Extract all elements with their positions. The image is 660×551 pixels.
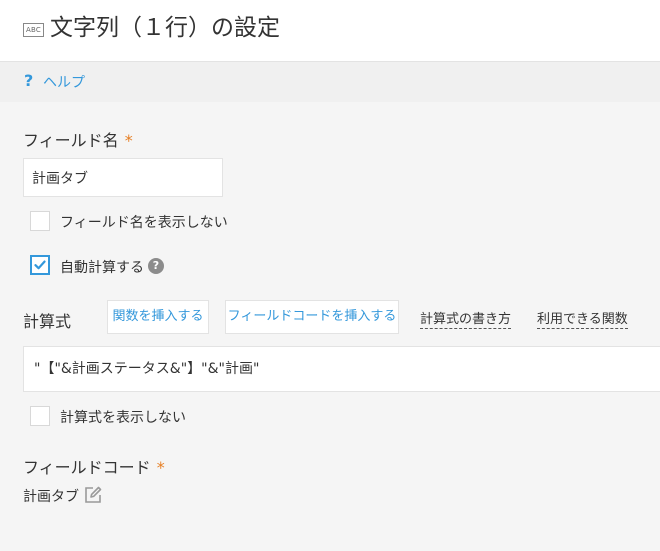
field-code-label-text: フィールドコード [23, 458, 151, 477]
hide-field-name-checkbox[interactable] [30, 211, 50, 231]
text-field-icon: ABC [23, 23, 44, 37]
formula-input[interactable]: "【"&計画ステータス&"】"&"計画" [23, 346, 660, 392]
field-code-label: フィールドコード * [23, 454, 165, 478]
pencil-edit-icon[interactable] [83, 485, 103, 505]
required-mark: * [156, 458, 165, 477]
help-icon[interactable]: ? [24, 71, 33, 90]
help-link[interactable]: ヘルプ [43, 72, 85, 92]
auto-calc-checkbox[interactable] [30, 255, 50, 275]
formula-howto-link[interactable]: 計算式の書き方 [420, 308, 512, 329]
hide-formula-checkbox[interactable] [30, 406, 50, 426]
field-name-label: フィールド名 * [23, 127, 133, 151]
hide-field-name-label: フィールド名を表示しない [60, 215, 228, 231]
insert-field-code-button[interactable]: フィールドコードを挿入する [225, 300, 399, 334]
hide-formula-label: 計算式を表示しない [60, 410, 186, 426]
help-bar [0, 62, 660, 102]
auto-calc-label: 自動計算する [60, 260, 144, 276]
required-mark: * [124, 131, 133, 150]
insert-function-button[interactable]: 関数を挿入する [107, 300, 209, 334]
field-code-value: 計画タブ [23, 489, 79, 505]
checkmark-icon [34, 260, 46, 270]
available-functions-link[interactable]: 利用できる関数 [537, 308, 628, 329]
field-name-input[interactable] [23, 158, 223, 197]
formula-label: 計算式 [23, 312, 72, 331]
dialog-title: 文字列（１行）の設定 [50, 15, 280, 41]
question-icon[interactable]: ? [148, 258, 164, 274]
field-name-label-text: フィールド名 [23, 131, 119, 150]
